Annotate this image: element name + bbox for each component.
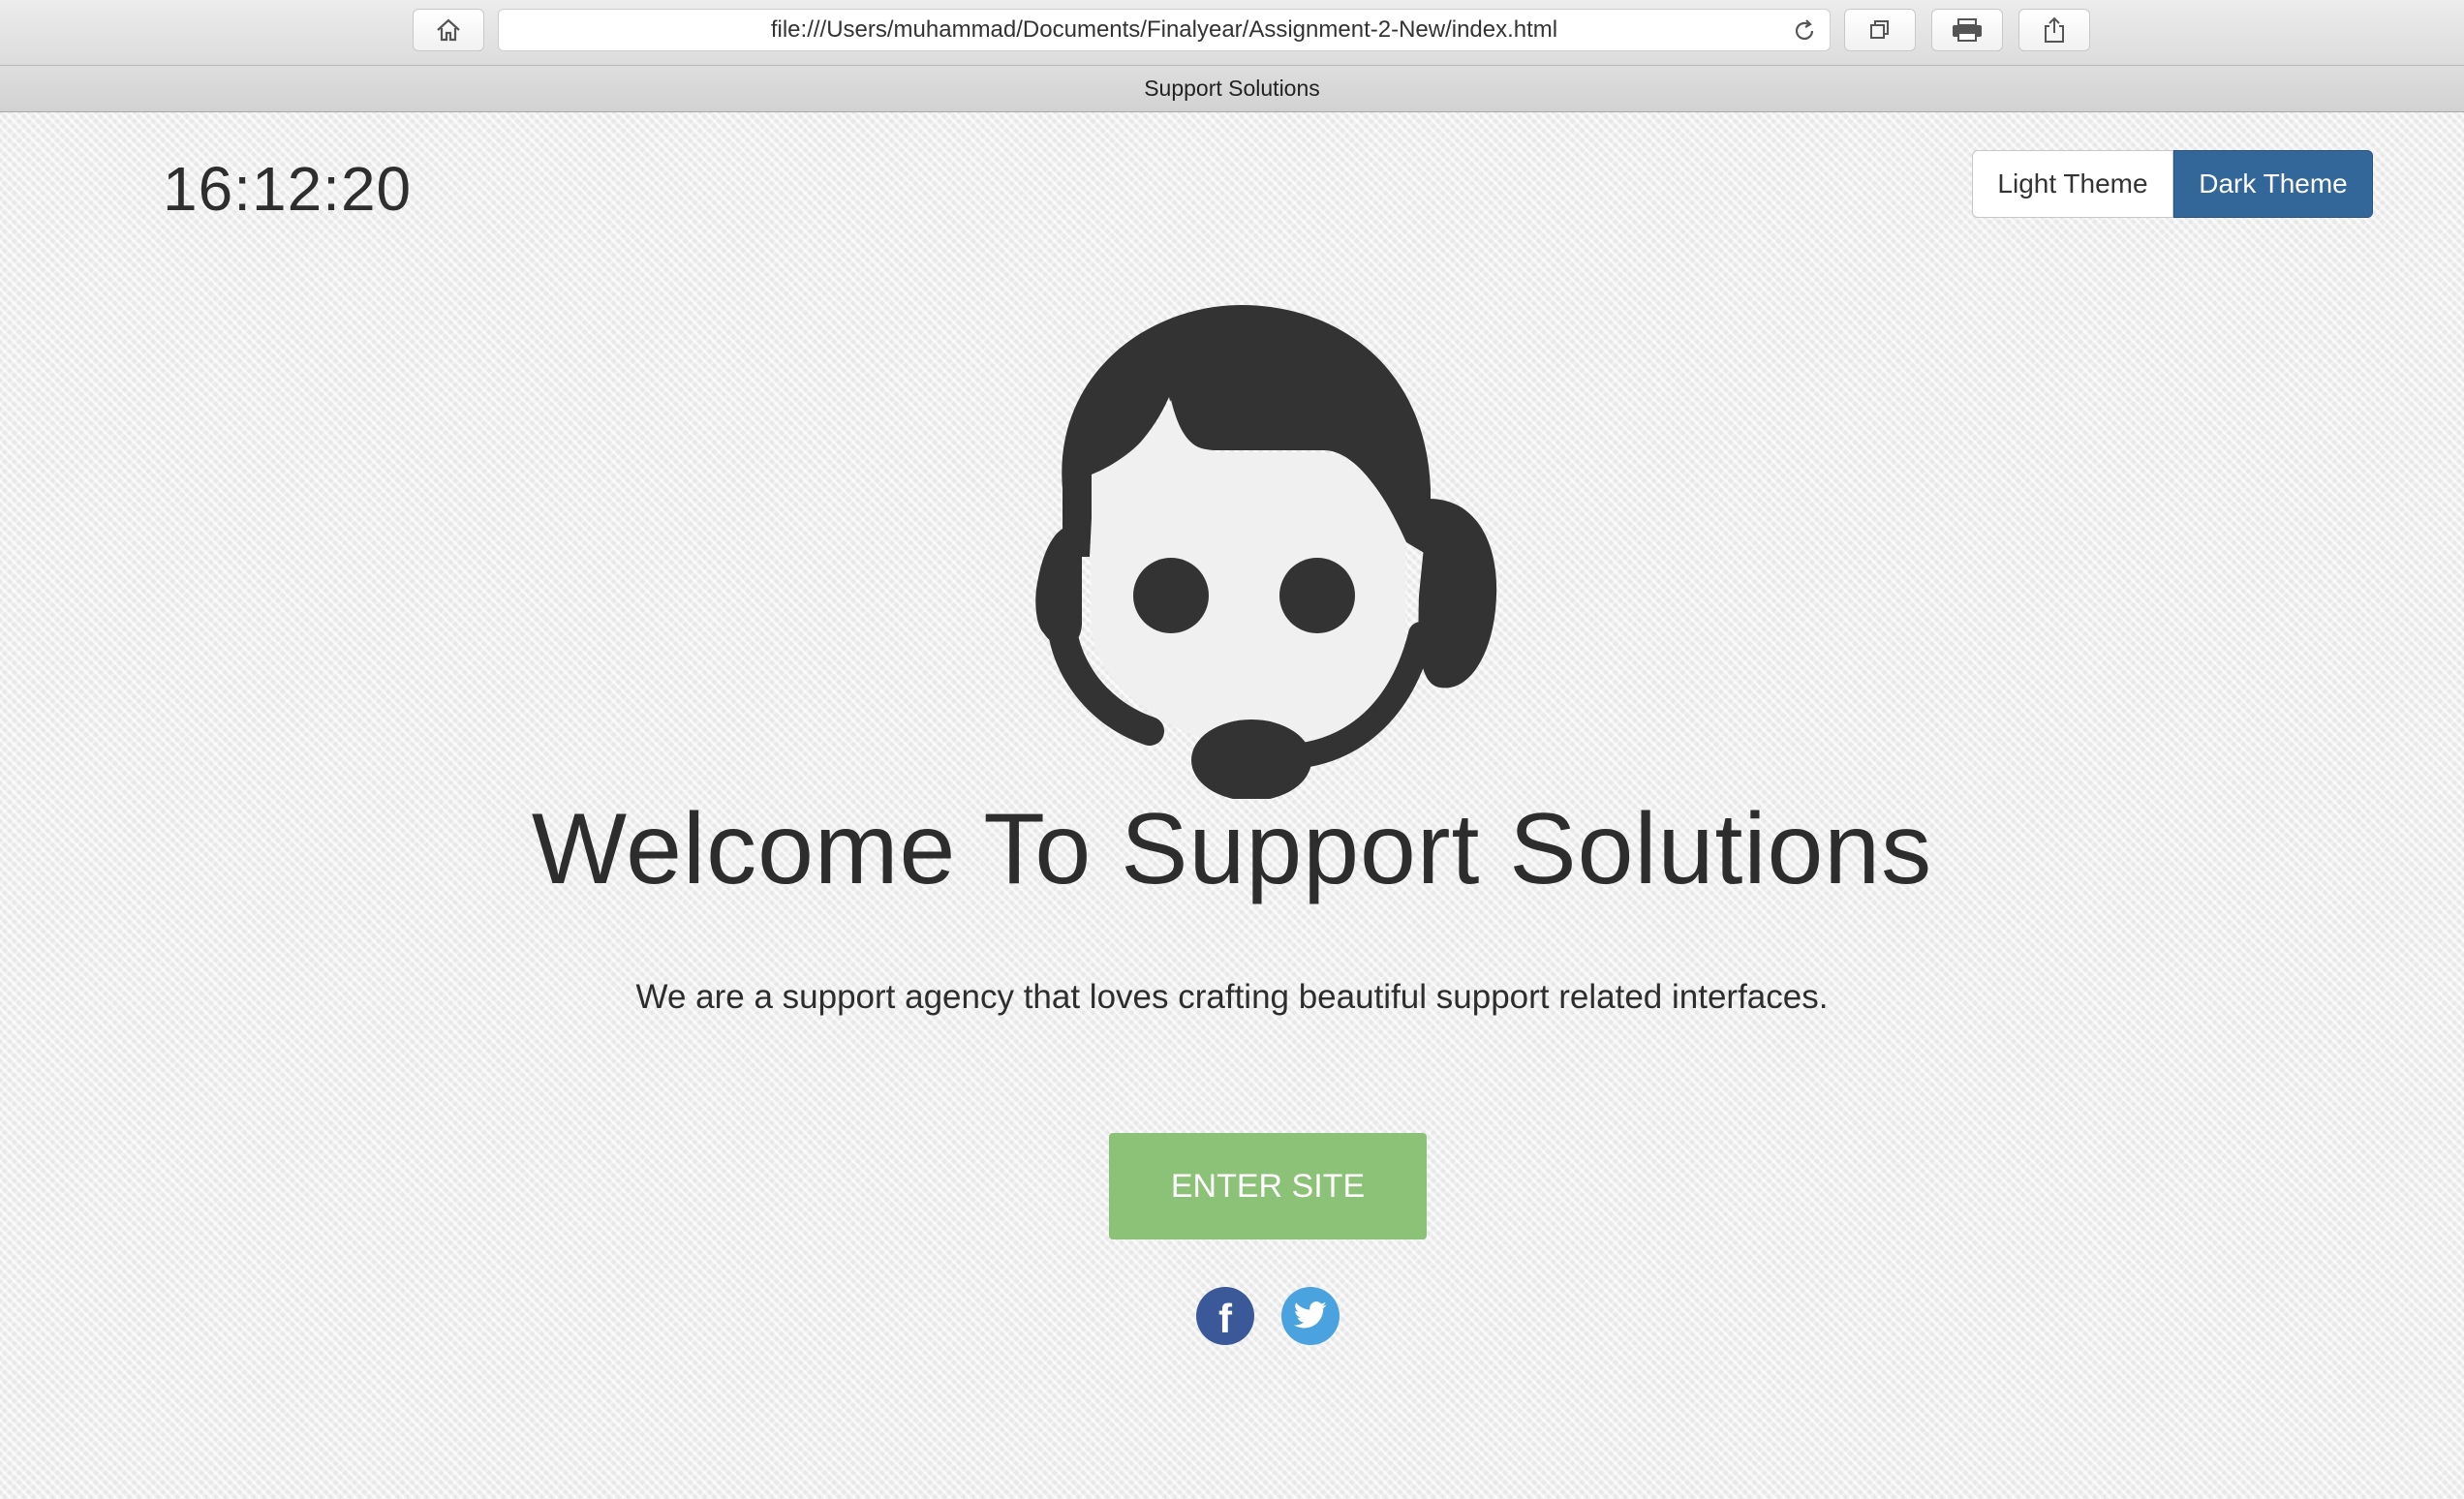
facebook-link[interactable]: f [1196,1287,1254,1345]
home-icon [437,18,460,42]
browser-toolbar: file:///Users/muhammad/Documents/Finalye… [0,0,2464,66]
address-bar[interactable]: file:///Users/muhammad/Documents/Finalye… [498,9,1831,51]
print-icon [1953,18,1982,42]
print-button[interactable] [1931,9,2003,51]
tab-title[interactable]: Support Solutions [1144,76,1320,102]
support-agent-headset-icon [1035,305,1497,799]
theme-toggle-group: Light Theme Dark Theme [1972,150,2373,218]
url-text: file:///Users/muhammad/Documents/Finalye… [770,16,1558,43]
reload-icon[interactable] [1791,17,1818,45]
facebook-icon: f [1218,1296,1232,1341]
enter-site-button[interactable]: ENTER SITE [1109,1133,1427,1239]
page-headline: Welcome To Support Solutions [531,793,1933,905]
dark-theme-button[interactable]: Dark Theme [2173,150,2373,218]
share-icon [2045,16,2064,43]
clock: 16:12:20 [163,154,413,224]
twitter-icon [1293,1301,1327,1329]
share-button[interactable] [2018,9,2090,51]
page-tagline: We are a support agency that loves craft… [635,978,1829,1016]
twitter-link[interactable] [1281,1287,1340,1345]
tabs-button[interactable] [1844,9,1916,51]
light-theme-button[interactable]: Light Theme [1972,150,2173,218]
tab-bar: Support Solutions [0,66,2464,112]
tabs-icon [1870,20,1889,39]
home-button[interactable] [413,9,484,51]
